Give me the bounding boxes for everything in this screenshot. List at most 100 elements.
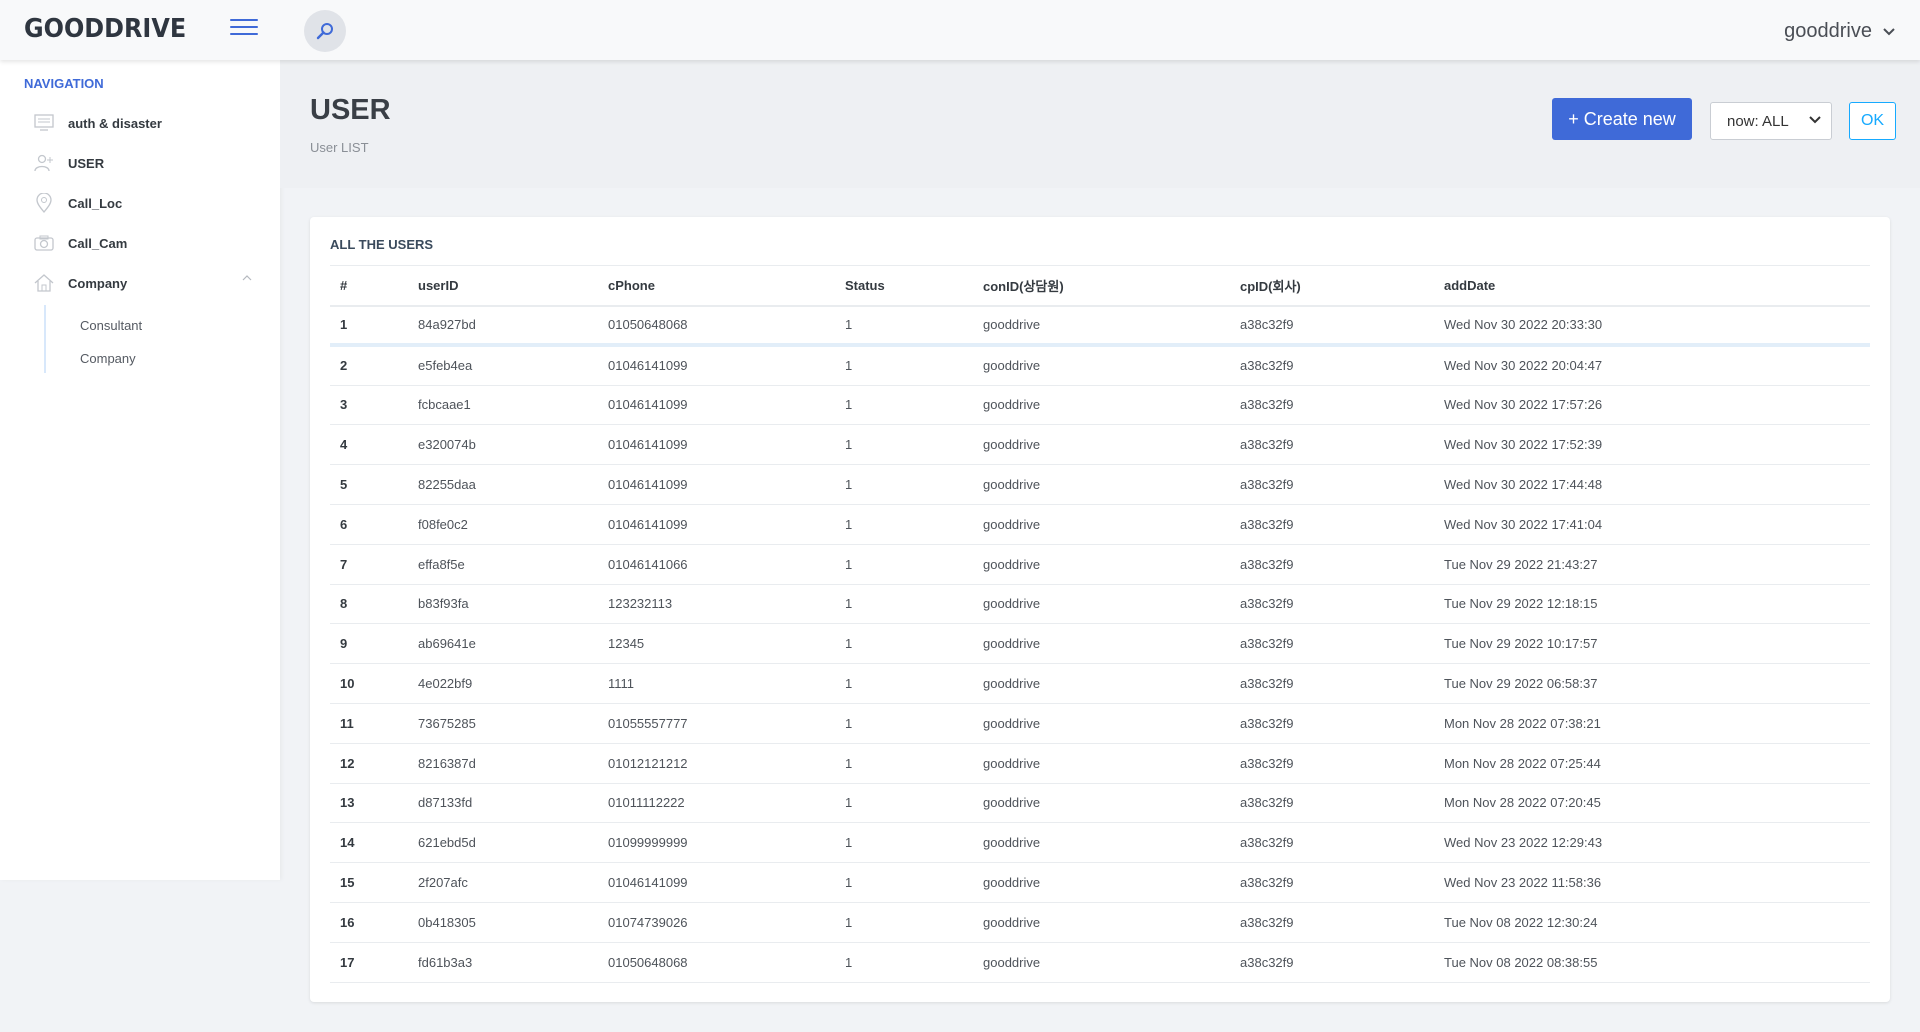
consultant-id-cell: gooddrive [973, 783, 1230, 824]
phone-cell: 01046141099 [598, 862, 835, 903]
column-header-index[interactable]: # [330, 265, 408, 307]
column-header-conid[interactable]: conID(상담원) [973, 265, 1230, 307]
table-row[interactable]: 12 8216387d 01012121212 1 gooddrive a38c32f9 M… [330, 743, 1870, 784]
consultant-id-cell: gooddrive [973, 663, 1230, 704]
sidebar-item-company[interactable]: Company [32, 268, 252, 298]
status-cell: 1 [835, 743, 973, 784]
user-id-cell: f08fe0c2 [408, 504, 598, 545]
chevron-up-icon[interactable] [242, 274, 252, 282]
consultant-id-cell: gooddrive [973, 902, 1230, 943]
sidebar-item-user[interactable]: USER [32, 148, 252, 178]
add-date-cell: Wed Nov 30 2022 20:04:47 [1434, 345, 1870, 386]
user-name: gooddrive [1784, 20, 1872, 42]
company-id-cell: a38c32f9 [1230, 464, 1434, 505]
menu-toggle-button[interactable] [230, 19, 258, 39]
row-index: 13 [330, 783, 408, 824]
column-header-userid[interactable]: userID [408, 265, 598, 307]
table-row[interactable]: 13 d87133fd 01011112222 1 gooddrive a38c32f9 M… [330, 783, 1870, 824]
subnav-item-consultant[interactable]: Consultant [80, 318, 142, 333]
status-filter-select[interactable]: now: ALL [1710, 102, 1832, 140]
monitor-icon [32, 111, 56, 135]
app-logo[interactable]: GOODDRIVE [24, 14, 186, 44]
add-date-cell: Wed Nov 30 2022 17:44:48 [1434, 464, 1870, 505]
company-submenu: Consultant Company [44, 305, 244, 373]
add-date-cell: Mon Nov 28 2022 07:25:44 [1434, 743, 1870, 784]
user-id-cell: 73675285 [408, 703, 598, 744]
company-id-cell: a38c32f9 [1230, 663, 1434, 704]
table-row[interactable]: 3 fcbcaae1 01046141099 1 gooddrive a38c32f9 We… [330, 385, 1870, 426]
row-index: 14 [330, 822, 408, 864]
consultant-id-cell: gooddrive [973, 822, 1230, 864]
table-row[interactable]: 15 2f207afc 01046141099 1 gooddrive a38c32f9 W… [330, 862, 1870, 903]
user-menu[interactable]: gooddrive [1784, 20, 1896, 43]
status-filter-value: now: ALL [1727, 112, 1789, 130]
company-id-cell: a38c32f9 [1230, 703, 1434, 744]
nav-heading: NAVIGATION [24, 76, 104, 91]
phone-cell: 01050648068 [598, 305, 835, 348]
status-cell: 1 [835, 345, 973, 386]
company-id-cell: a38c32f9 [1230, 862, 1434, 903]
sidebar-item-auth-disaster[interactable]: auth & disaster [32, 108, 252, 138]
search-button[interactable] [304, 10, 346, 52]
sidebar-item-label: Company [68, 275, 128, 291]
row-index: 4 [330, 424, 408, 466]
create-new-button[interactable]: + Create new [1552, 98, 1692, 140]
company-id-cell: a38c32f9 [1230, 424, 1434, 466]
page-title: USER [310, 94, 391, 126]
row-index: 8 [330, 584, 408, 625]
phone-cell: 01055557777 [598, 703, 835, 744]
table-row[interactable]: 6 f08fe0c2 01046141099 1 gooddrive a38c32f9 We… [330, 504, 1870, 545]
table-row[interactable]: 7 effa8f5e 01046141066 1 gooddrive a38c32f9 Tu… [330, 544, 1870, 585]
subnav-item-company[interactable]: Company [80, 351, 136, 366]
table-row[interactable]: 16 0b418305 01074739026 1 gooddrive a38c32f9 T… [330, 902, 1870, 943]
add-date-cell: Wed Nov 23 2022 11:58:36 [1434, 862, 1870, 903]
table-row[interactable]: 14 621ebd5d 01099999999 1 gooddrive a38c32f9 W… [330, 822, 1870, 864]
row-index: 2 [330, 345, 408, 386]
table-row[interactable]: 5 82255daa 01046141099 1 gooddrive a38c32f9 We… [330, 464, 1870, 505]
phone-cell: 01050648068 [598, 942, 835, 983]
consultant-id-cell: gooddrive [973, 504, 1230, 545]
user-id-cell: fcbcaae1 [408, 385, 598, 426]
hamburger-bar [230, 26, 258, 28]
add-date-cell: Mon Nov 28 2022 07:20:45 [1434, 783, 1870, 824]
column-header-adddate[interactable]: addDate [1434, 265, 1870, 307]
table-row[interactable]: 11 73675285 01055557777 1 gooddrive a38c32f9 M… [330, 703, 1870, 744]
phone-cell: 1111 [598, 663, 835, 704]
sidebar-item-call-cam[interactable]: Call_Cam [32, 228, 252, 258]
table-row[interactable]: 8 b83f93fa 123232113 1 gooddrive a38c32f9 Tue … [330, 584, 1870, 625]
company-id-cell: a38c32f9 [1230, 584, 1434, 625]
add-date-cell: Tue Nov 08 2022 12:30:24 [1434, 902, 1870, 943]
consultant-id-cell: gooddrive [973, 464, 1230, 505]
table-body: 1 84a927bd 01050648068 1 gooddrive a38c32f9 We… [330, 305, 1870, 983]
row-index: 9 [330, 623, 408, 665]
page-subtitle: User LIST [310, 140, 369, 155]
map-pin-icon [32, 191, 56, 215]
company-id-cell: a38c32f9 [1230, 902, 1434, 943]
add-date-cell: Wed Nov 30 2022 20:33:30 [1434, 305, 1870, 348]
add-date-cell: Tue Nov 29 2022 12:18:15 [1434, 584, 1870, 625]
table-row[interactable]: 2 e5feb4ea 01046141099 1 gooddrive a38c32f9 We… [330, 345, 1870, 386]
table-row[interactable]: 10 4e022bf9 1111 1 gooddrive a38c32f9 Tue Nov … [330, 663, 1870, 704]
add-date-cell: Tue Nov 29 2022 21:43:27 [1434, 544, 1870, 585]
row-index: 6 [330, 504, 408, 545]
column-header-cpid[interactable]: cpID(회사) [1230, 265, 1434, 307]
phone-cell: 01046141099 [598, 424, 835, 466]
column-header-cphone[interactable]: cPhone [598, 265, 835, 307]
row-index: 17 [330, 942, 408, 983]
table-row[interactable]: 4 e320074b 01046141099 1 gooddrive a38c32f9 We… [330, 424, 1870, 466]
sidebar-item-call-loc[interactable]: Call_Loc [32, 188, 252, 218]
add-date-cell: Mon Nov 28 2022 07:38:21 [1434, 703, 1870, 744]
user-id-cell: e320074b [408, 424, 598, 466]
phone-cell: 01099999999 [598, 822, 835, 864]
table-row[interactable]: 1 84a927bd 01050648068 1 gooddrive a38c32f9 We… [330, 305, 1870, 348]
company-id-cell: a38c32f9 [1230, 305, 1434, 348]
status-cell: 1 [835, 902, 973, 943]
consultant-id-cell: gooddrive [973, 942, 1230, 983]
ok-button[interactable]: OK [1849, 102, 1896, 140]
table-row[interactable]: 17 fd61b3a3 01050648068 1 gooddrive a38c32f9 T… [330, 942, 1870, 983]
company-id-cell: a38c32f9 [1230, 743, 1434, 784]
table-row[interactable]: 9 ab69641e 12345 1 gooddrive a38c32f9 Tue Nov … [330, 623, 1870, 665]
add-date-cell: Wed Nov 30 2022 17:57:26 [1434, 385, 1870, 426]
column-header-status[interactable]: Status [835, 265, 973, 307]
sidebar: NAVIGATION auth & disaster USER Call_Loc… [0, 60, 280, 880]
